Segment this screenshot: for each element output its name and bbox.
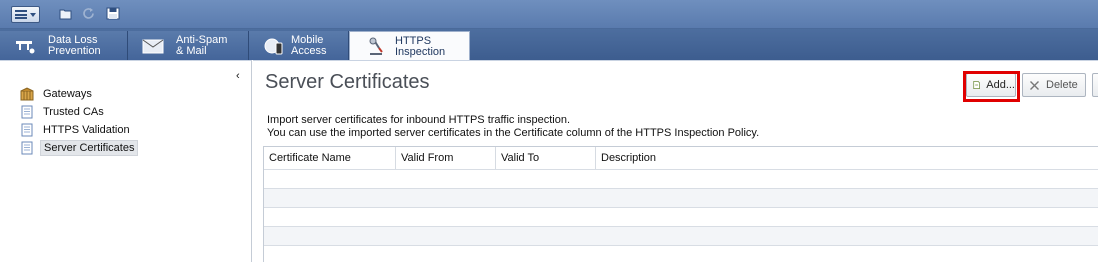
tab-label: HTTPS Inspection [395,35,446,58]
open-folder-icon[interactable] [59,7,73,20]
sidebar-item-server-certificates[interactable]: Server Certificates [20,139,139,156]
tab-label: Mobile Access [291,34,327,57]
add-button-highlight [963,71,1020,102]
table-row [264,169,1098,188]
sidebar-item-https-validation[interactable]: HTTPS Validation [20,121,133,138]
table-row [264,207,1098,226]
document-icon [21,141,33,154]
table-row [264,188,1098,207]
top-toolbar [0,0,1098,29]
delete-button[interactable]: Delete [1022,73,1086,97]
delete-button-label: Delete [1046,79,1078,91]
sidebar-item-label: Server Certificates [40,139,139,156]
main-menu-button[interactable] [11,6,40,23]
blade-tab-strip: Data Loss Prevention Anti-Spam & Mail Mo… [0,29,1098,61]
tab-anti-spam-mail[interactable]: Anti-Spam & Mail [128,31,249,60]
description-line: Import server certificates for inbound H… [267,114,571,126]
column-header-certificate-name[interactable]: Certificate Name [264,147,396,169]
document-icon [21,123,33,136]
navigation-tree: ‹ Gateways Trusted CAs HTTPS Validation … [0,60,252,262]
sidebar-item-gateways[interactable]: Gateways [20,85,95,102]
document-icon [21,105,33,118]
description-line: You can use the imported server certific… [267,127,760,139]
delete-x-icon [1030,80,1039,90]
mobile-access-icon [264,38,283,55]
more-button[interactable] [1092,73,1098,97]
table-header: Certificate Name Valid From Valid To Des… [264,147,1098,169]
page-title: Server Certificates [265,71,430,93]
column-header-valid-from[interactable]: Valid From [396,147,496,169]
column-header-description[interactable]: Description [596,147,1098,169]
description: Import server certificates for inbound H… [267,114,759,140]
main-content: Server Certificates Add... Delete Import… [253,60,1098,262]
save-icon[interactable] [106,7,120,20]
table-row [264,245,1098,262]
https-inspection-icon [369,37,383,55]
refresh-icon[interactable] [82,7,96,20]
sidebar-item-label: HTTPS Validation [43,123,130,136]
tab-data-loss-prevention[interactable]: Data Loss Prevention [0,31,128,60]
tab-https-inspection[interactable]: HTTPS Inspection [349,31,470,61]
tab-mobile-access[interactable]: Mobile Access [249,31,349,60]
tab-label: Anti-Spam & Mail [176,34,228,57]
mail-icon [142,39,164,54]
gateway-icon [20,86,34,100]
menu-icon [15,10,27,19]
chevron-down-icon [30,13,36,17]
sidebar-item-trusted-cas[interactable]: Trusted CAs [20,103,107,120]
table-row [264,226,1098,245]
sidebar-item-label: Gateways [43,87,92,100]
dlp-icon [16,41,35,54]
sidebar-item-label: Trusted CAs [43,105,104,118]
collapse-panel-icon[interactable]: ‹ [236,70,240,82]
column-header-valid-to[interactable]: Valid To [496,147,596,169]
tab-label: Data Loss Prevention [48,34,101,57]
certificates-table: Certificate Name Valid From Valid To Des… [263,146,1098,262]
